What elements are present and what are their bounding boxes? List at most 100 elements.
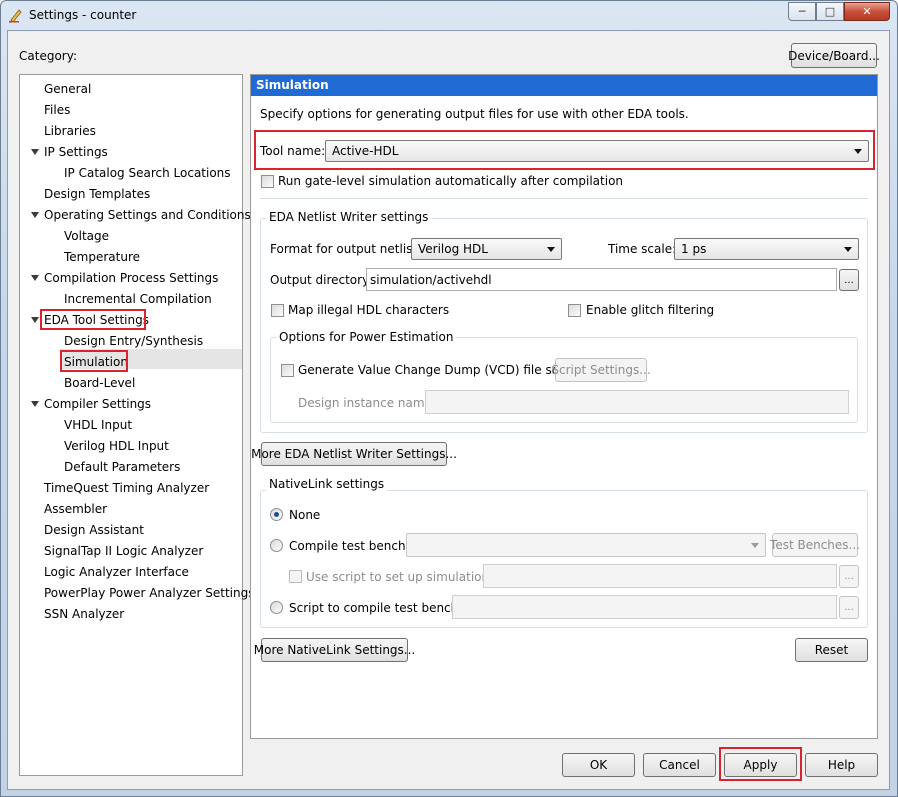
tree-item-incremental-compilation[interactable]: Incremental Compilation — [20, 289, 242, 309]
minimize-button[interactable]: ─ — [788, 2, 816, 21]
panel-header: Simulation — [251, 75, 877, 96]
vcd-checkbox[interactable] — [281, 364, 294, 377]
device-board-button[interactable]: Device/Board... — [788, 43, 880, 68]
ok-button[interactable]: OK — [562, 753, 635, 777]
tree-item-voltage[interactable]: Voltage — [20, 226, 242, 246]
eda-tool-settings-highlight-box — [40, 309, 146, 330]
tree-item-label: Temperature — [64, 250, 141, 264]
tool-name-dropdown[interactable]: Active-HDL — [325, 140, 869, 162]
tool-name-label: Tool name: — [260, 144, 326, 158]
output-dir-label: Output directory: — [270, 273, 373, 287]
maximize-button[interactable]: □ — [816, 2, 844, 21]
tree-item-powerplay-power-analyzer-settings[interactable]: PowerPlay Power Analyzer Settings — [20, 583, 254, 603]
tree-item-label: VHDL Input — [64, 418, 133, 432]
tree-item-timequest-timing-analyzer[interactable]: TimeQuest Timing Analyzer — [20, 478, 242, 498]
tree-item-ip-settings[interactable]: IP Settings — [20, 142, 242, 162]
close-button[interactable]: ✕ — [844, 2, 890, 21]
tree-item-temperature[interactable]: Temperature — [20, 247, 242, 267]
tree-item-design-entry-synthesis[interactable]: Design Entry/Synthesis — [20, 331, 242, 351]
tree-item-label: Files — [44, 103, 71, 117]
tree-item-compilation-process-settings[interactable]: Compilation Process Settings — [20, 268, 242, 288]
tree-item-design-templates[interactable]: Design Templates — [20, 184, 242, 204]
category-label: Category: — [19, 49, 77, 63]
tree-item-label: IP Settings — [44, 145, 108, 159]
tree-item-label: Compiler Settings — [44, 397, 152, 411]
glitch-filtering-checkbox[interactable] — [568, 304, 581, 317]
compile-test-bench-dropdown[interactable] — [406, 533, 766, 557]
expand-triangle-icon[interactable] — [31, 212, 39, 218]
reset-button[interactable]: Reset — [795, 638, 868, 662]
script-compile-radio[interactable] — [270, 601, 283, 614]
tree-item-assembler[interactable]: Assembler — [20, 499, 242, 519]
tree-item-files[interactable]: Files — [20, 100, 242, 120]
tree-item-label: SSN Analyzer — [44, 607, 125, 621]
run-gate-level-checkbox[interactable] — [261, 175, 274, 188]
use-script-input[interactable] — [483, 564, 837, 588]
tree-item-label: Incremental Compilation — [64, 292, 212, 306]
tree-item-operating-settings-and-conditions[interactable]: Operating Settings and Conditions — [20, 205, 251, 225]
use-script-label: Use script to set up simulation: — [306, 570, 494, 584]
simulation-highlight-box — [60, 350, 128, 372]
tree-item-signaltap-ii-logic-analyzer[interactable]: SignalTap II Logic Analyzer — [20, 541, 242, 561]
glitch-filtering-label: Enable glitch filtering — [586, 303, 715, 317]
tree-item-label: PowerPlay Power Analyzer Settings — [44, 586, 255, 600]
window-controls: ─ □ ✕ — [788, 2, 890, 21]
more-netlist-settings-button[interactable]: More EDA Netlist Writer Settings... — [251, 442, 457, 466]
run-gate-level-label: Run gate-level simulation automatically … — [278, 174, 624, 188]
help-button[interactable]: Help — [805, 753, 878, 777]
category-tree[interactable]: General Files Libraries IP Settings IP Catal… — [19, 74, 254, 776]
script-compile-input[interactable] — [452, 595, 837, 619]
script-settings-button[interactable]: Script Settings... — [551, 358, 651, 382]
title-bar[interactable]: Settings - counter ─ □ ✕ — [0, 0, 898, 30]
script-compile-label: Script to compile test bench: — [289, 601, 463, 615]
expand-triangle-icon[interactable] — [31, 401, 39, 407]
tree-item-simulation[interactable]: Simulation — [20, 352, 242, 372]
instance-name-label: Design instance name: — [298, 396, 436, 410]
expand-triangle-icon[interactable] — [31, 317, 39, 323]
output-dir-browse-button[interactable]: ... — [839, 269, 859, 291]
tree-item-label: IP Catalog Search Locations — [64, 166, 231, 180]
tree-item-ssn-analyzer[interactable]: SSN Analyzer — [20, 604, 242, 624]
tree-item-libraries[interactable]: Libraries — [20, 121, 242, 141]
tree-item-logic-analyzer-interface[interactable]: Logic Analyzer Interface — [20, 562, 242, 582]
tree-item-label: SignalTap II Logic Analyzer — [44, 544, 204, 558]
tree-item-label: Logic Analyzer Interface — [44, 565, 189, 579]
tree-item-board-level[interactable]: Board-Level — [20, 373, 242, 393]
compile-test-bench-radio[interactable] — [270, 539, 283, 552]
tree-item-label: Verilog HDL Input — [64, 439, 169, 453]
time-scale-dropdown[interactable]: 1 ps — [674, 238, 859, 260]
time-scale-value: 1 ps — [681, 242, 707, 256]
tree-item-ip-catalog-search-locations[interactable]: IP Catalog Search Locations — [20, 163, 242, 183]
compile-test-bench-label: Compile test bench: — [289, 539, 410, 553]
expand-triangle-icon[interactable] — [31, 275, 39, 281]
chevron-down-icon — [547, 247, 555, 252]
map-illegal-checkbox[interactable] — [271, 304, 284, 317]
apply-button[interactable]: Apply — [724, 753, 797, 777]
window-title: Settings - counter — [29, 8, 137, 22]
time-scale-label: Time scale: — [608, 242, 677, 256]
expand-triangle-icon[interactable] — [31, 149, 39, 155]
more-nativelink-settings-button[interactable]: More NativeLink Settings... — [254, 638, 415, 662]
output-dir-input[interactable]: simulation/activehdl — [366, 268, 837, 291]
cancel-button[interactable]: Cancel — [643, 753, 716, 777]
script-compile-browse-button[interactable]: ... — [839, 596, 859, 619]
instance-name-input[interactable] — [425, 390, 849, 414]
tree-item-label: Design Templates — [44, 187, 151, 201]
none-radio-label: None — [289, 508, 321, 522]
power-estimation-group-title: Options for Power Estimation — [276, 330, 457, 344]
tool-name-value: Active-HDL — [332, 144, 399, 158]
tree-item-label: Voltage — [64, 229, 110, 243]
use-script-browse-button[interactable]: ... — [839, 565, 859, 588]
tree-item-general[interactable]: General — [20, 79, 242, 99]
tree-item-design-assistant[interactable]: Design Assistant — [20, 520, 242, 540]
tree-item-verilog-hdl-input[interactable]: Verilog HDL Input — [20, 436, 242, 456]
test-benches-button[interactable]: Test Benches... — [770, 533, 860, 557]
tree-item-default-parameters[interactable]: Default Parameters — [20, 457, 242, 477]
format-dropdown[interactable]: Verilog HDL — [411, 238, 562, 260]
none-radio[interactable] — [270, 508, 283, 521]
tree-item-compiler-settings[interactable]: Compiler Settings — [20, 394, 242, 414]
tree-item-vhdl-input[interactable]: VHDL Input — [20, 415, 242, 435]
use-script-checkbox[interactable] — [289, 570, 302, 583]
vcd-label: Generate Value Change Dump (VCD) file sc… — [298, 363, 579, 377]
tree-item-label: Libraries — [44, 124, 96, 138]
